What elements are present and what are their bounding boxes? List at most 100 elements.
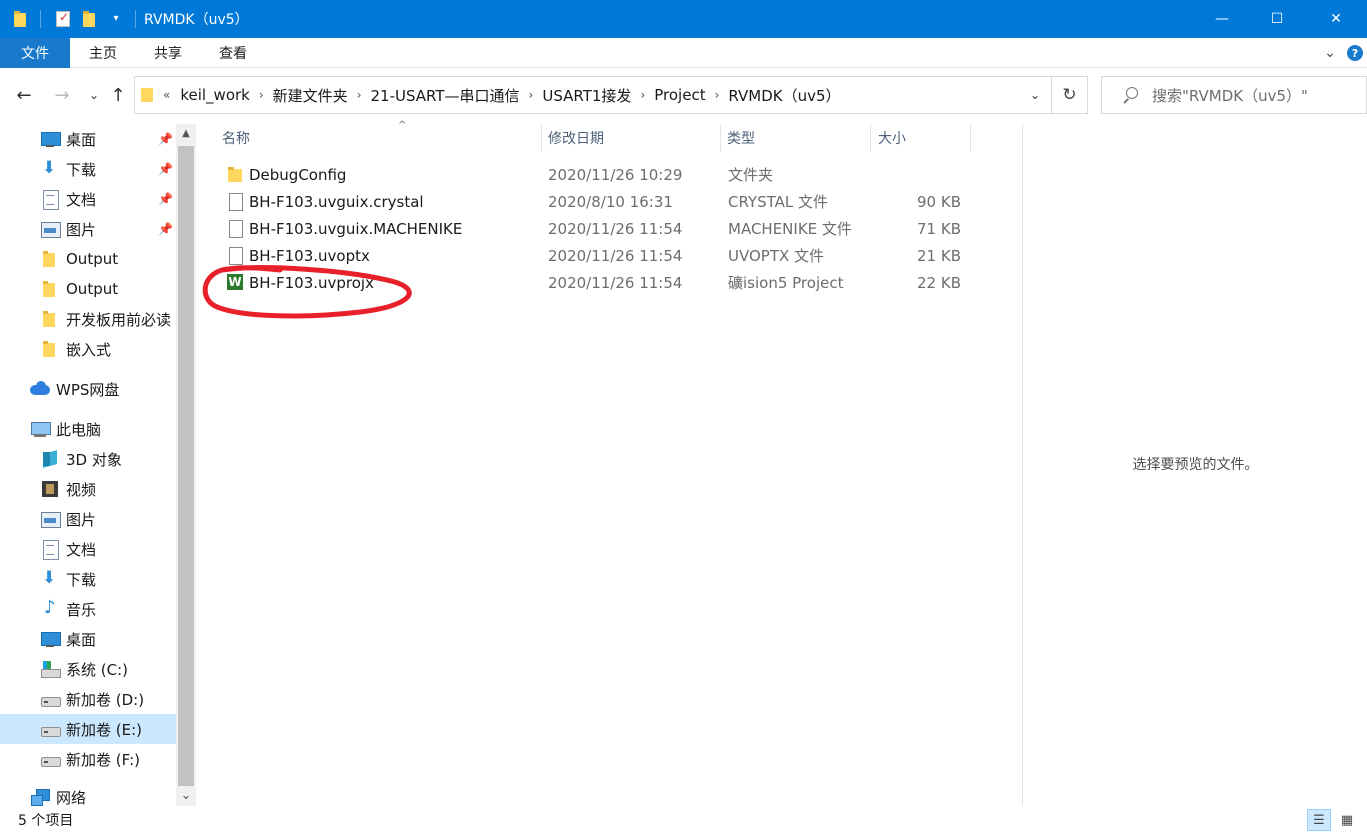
pin-icon[interactable]: 📌 — [158, 192, 173, 206]
breadcrumb-project[interactable]: Project — [650, 86, 709, 104]
tab-file[interactable]: 文件 — [0, 38, 70, 68]
column-divider[interactable] — [970, 124, 971, 152]
sidebar-item-videos[interactable]: 视频 — [0, 474, 176, 504]
sidebar-item-label: 文档 — [66, 540, 97, 559]
folder-icon — [40, 339, 60, 359]
sidebar-item-output-2[interactable]: Output — [0, 274, 176, 304]
picture-icon — [40, 219, 61, 239]
file-row[interactable]: DebugConfig 2020/11/26 10:29 文件夹 — [218, 161, 978, 188]
help-button[interactable]: ? — [1344, 38, 1366, 68]
tab-share[interactable]: 共享 — [136, 38, 200, 68]
search-input[interactable]: 搜索"RVMDK（uv5）" — [1152, 85, 1308, 106]
column-divider[interactable] — [870, 124, 871, 152]
search-box[interactable]: 搜索"RVMDK（uv5）" — [1101, 76, 1367, 114]
breadcrumb-usart[interactable]: 21-USART—串口通信 — [367, 85, 524, 106]
sidebar-item-downloads[interactable]: 下载 — [0, 564, 176, 594]
pin-icon[interactable]: 📌 — [158, 162, 173, 176]
expand-ribbon-icon[interactable]: ⌄ — [1318, 38, 1342, 68]
sidebar-item-3d-objects[interactable]: 3D 对象 — [0, 444, 176, 474]
file-row[interactable]: BH-F103.uvprojx 2020/11/26 11:54 礦ision5… — [218, 269, 978, 296]
refresh-button[interactable]: ↻ — [1052, 76, 1088, 114]
recent-locations-button[interactable]: ⌄ — [82, 80, 106, 110]
column-header-name[interactable]: 名称 ^ — [222, 120, 542, 152]
system-drive-icon — [40, 659, 61, 679]
window-title: RVMDK（uv5） — [144, 12, 249, 28]
file-modified: 2020/8/10 16:31 — [548, 192, 673, 211]
details-view-icon[interactable]: ☰ — [1307, 809, 1331, 831]
properties-icon[interactable] — [53, 8, 75, 30]
column-header-type[interactable]: 类型 — [727, 124, 867, 152]
file-modified: 2020/11/26 11:54 — [548, 246, 683, 265]
sidebar-item-documents-pinned[interactable]: 文档 📌 — [0, 184, 176, 214]
column-header-modified[interactable]: 修改日期 — [548, 124, 718, 152]
scroll-up-icon[interactable]: ▲ — [176, 124, 196, 142]
sidebar-item-music[interactable]: 音乐 — [0, 594, 176, 624]
customize-toolbar-icon[interactable]: ▾ — [105, 8, 127, 30]
address-bar[interactable]: « keil_work › 新建文件夹 › 21-USART—串口通信 › US… — [134, 76, 1052, 114]
sidebar-item-output-1[interactable]: Output — [0, 244, 176, 274]
column-divider[interactable] — [720, 124, 721, 152]
desktop-icon — [40, 629, 61, 649]
sidebar-item-downloads-pinned[interactable]: 下载 📌 — [0, 154, 176, 184]
breadcrumb-usart1[interactable]: USART1接发 — [538, 85, 635, 106]
chevron-right-icon[interactable]: › — [254, 88, 269, 102]
sidebar-item-desktop[interactable]: 桌面 — [0, 624, 176, 654]
status-bar: 5 个项目 ☰ ▦ — [0, 806, 1367, 835]
sidebar-item-desktop-pinned[interactable]: 桌面 📌 — [0, 124, 176, 154]
chevron-right-icon[interactable]: › — [710, 88, 725, 102]
file-row[interactable]: BH-F103.uvoptx 2020/11/26 11:54 UVOPTX 文… — [218, 242, 978, 269]
address-dropdown-icon[interactable]: ⌄ — [1019, 77, 1051, 113]
preview-message: 选择要预览的文件。 — [1132, 457, 1259, 473]
sidebar-item-network[interactable]: 网络 — [0, 782, 176, 806]
sidebar-item-drive-c[interactable]: 系统 (C:) — [0, 654, 176, 684]
sidebar-item-readme-folder[interactable]: 开发板用前必读 — [0, 304, 176, 334]
file-row[interactable]: BH-F103.uvguix.crystal 2020/8/10 16:31 C… — [218, 188, 978, 215]
sidebar-item-documents[interactable]: 文档 — [0, 534, 176, 564]
sidebar-item-drive-f[interactable]: 新加卷 (F:) — [0, 744, 176, 774]
sidebar-item-pictures[interactable]: 图片 — [0, 504, 176, 534]
tab-view[interactable]: 查看 — [202, 38, 264, 68]
maximize-button[interactable]: ☐ — [1254, 0, 1300, 38]
sidebar-item-wps-drive[interactable]: WPS网盘 — [0, 374, 176, 404]
sidebar-item-embedded[interactable]: 嵌入式 — [0, 334, 176, 364]
pin-icon[interactable]: 📌 — [158, 132, 173, 146]
sidebar-item-this-pc[interactable]: 此电脑 — [0, 414, 176, 444]
file-icon — [226, 219, 244, 238]
back-button[interactable]: ← — [12, 80, 36, 110]
sidebar-item-label: 此电脑 — [56, 420, 102, 439]
minimize-button[interactable]: — — [1199, 0, 1245, 38]
folder-icon — [226, 165, 244, 184]
sidebar-item-drive-d[interactable]: 新加卷 (D:) — [0, 684, 176, 714]
tab-home[interactable]: 主页 — [72, 38, 134, 68]
column-header-size[interactable]: 大小 — [878, 124, 968, 152]
new-folder-icon[interactable] — [79, 8, 101, 30]
breadcrumb-keil-work[interactable]: keil_work — [176, 86, 254, 104]
breadcrumb-new-folder[interactable]: 新建文件夹 — [269, 85, 352, 106]
sidebar-item-label: 新加卷 (E:) — [66, 720, 143, 739]
file-size — [878, 161, 961, 188]
file-name: DebugConfig — [249, 165, 347, 184]
sidebar-scrollbar[interactable]: ▲ ⌄ — [176, 124, 196, 806]
up-button[interactable]: ↑ — [106, 80, 130, 110]
sidebar-item-label: 视频 — [66, 480, 97, 499]
breadcrumb-overflow[interactable]: « — [157, 88, 176, 102]
desktop-icon — [40, 129, 61, 149]
file-icon — [226, 246, 244, 265]
pin-icon[interactable]: 📌 — [158, 222, 173, 236]
chevron-right-icon[interactable]: › — [352, 88, 367, 102]
toolbar-divider — [40, 10, 41, 28]
file-row[interactable]: BH-F103.uvguix.MACHENIKE 2020/11/26 11:5… — [218, 215, 978, 242]
sidebar-item-drive-e[interactable]: 新加卷 (E:) — [0, 714, 176, 744]
chevron-right-icon[interactable]: › — [635, 88, 650, 102]
column-divider[interactable] — [541, 124, 542, 152]
file-name: BH-F103.uvprojx — [249, 273, 374, 292]
forward-button[interactable]: → — [50, 80, 74, 110]
close-button[interactable]: ✕ — [1313, 0, 1359, 38]
navigation-pane: 桌面 📌 下载 📌 文档 📌 图片 📌 Output Output 开发板用前必… — [0, 124, 196, 806]
sidebar-item-pictures-pinned[interactable]: 图片 📌 — [0, 214, 176, 244]
chevron-right-icon[interactable]: › — [524, 88, 539, 102]
scroll-down-icon[interactable]: ⌄ — [176, 786, 196, 804]
breadcrumb-rvmdk[interactable]: RVMDK（uv5） — [724, 85, 844, 106]
large-icons-view-icon[interactable]: ▦ — [1335, 809, 1359, 831]
scrollbar-thumb[interactable] — [178, 146, 194, 786]
